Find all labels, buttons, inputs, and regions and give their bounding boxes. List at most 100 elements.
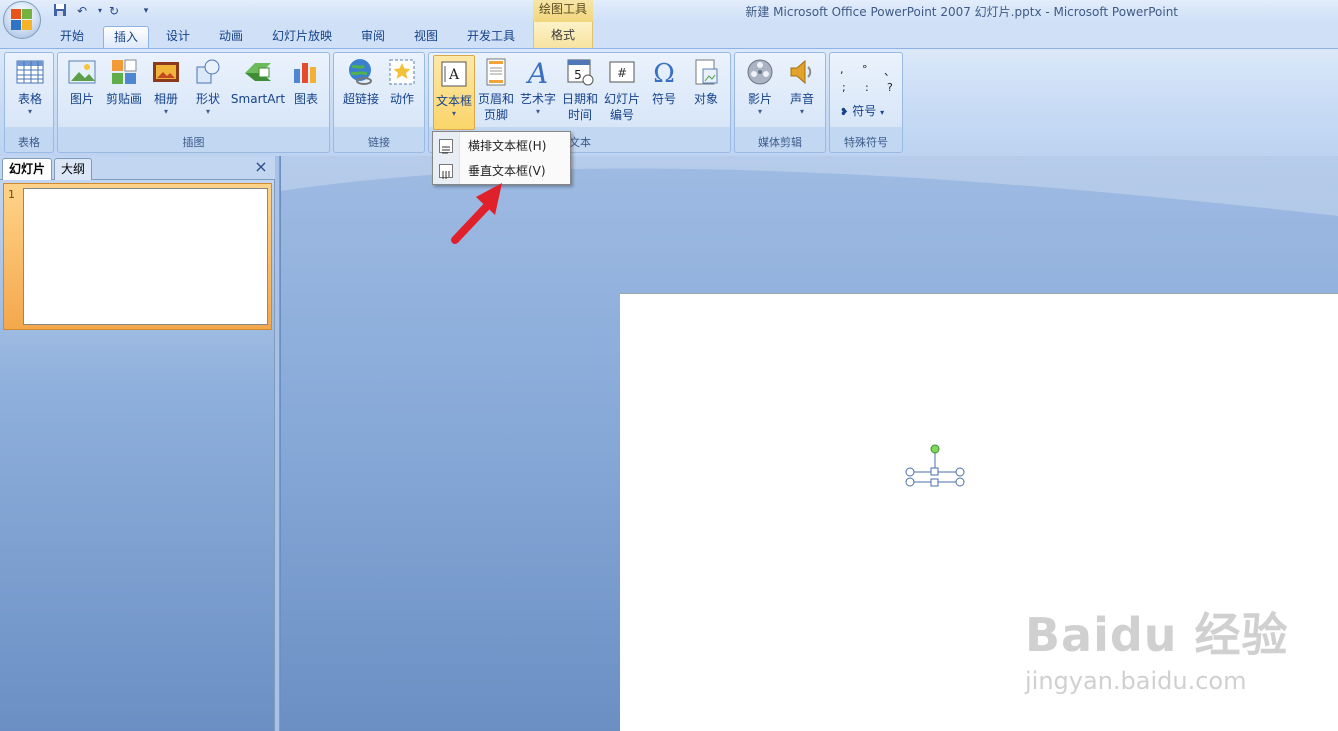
tab-design[interactable]: 设计 <box>155 26 201 48</box>
table-label: 表格 <box>17 92 42 106</box>
symbol-item[interactable]: 、 <box>884 63 895 79</box>
title-bar: ↶ ▾ ↻ ▾ 绘图工具 新建 Microsoft Office PowerPo… <box>0 0 1338 22</box>
tab-home[interactable]: 开始 <box>48 26 96 48</box>
symbol-item[interactable]: ° <box>862 63 868 76</box>
chevron-down-icon: ▾ <box>535 107 540 116</box>
group-label-illustrations: 插图 <box>182 136 205 149</box>
svg-text:5: 5 <box>574 68 582 82</box>
slides-pane: 幻灯片 大纲 × 1 <box>0 156 275 731</box>
symbol-item[interactable]: ; <box>842 81 846 94</box>
svg-text:A: A <box>525 57 548 87</box>
wordart-label: 艺术字 <box>519 92 556 106</box>
symbol-button[interactable]: Ω 符号 <box>643 57 685 107</box>
tab-outline[interactable]: 大纲 <box>54 158 93 180</box>
ribbon-tab-bar: 开始 插入 设计 动画 幻灯片放映 审阅 视图 开发工具 格式 <box>0 22 1338 48</box>
movie-label: 影片 <box>747 92 772 106</box>
tab-review[interactable]: 审阅 <box>350 26 396 48</box>
calendar-icon: 5 <box>567 59 594 86</box>
smartart-label: SmartArt <box>230 92 286 106</box>
office-logo-icon <box>11 9 33 31</box>
group-special-symbols: , ° 、 ; : ? ❥ 符号 ▾ 特殊符号 <box>829 52 903 153</box>
sound-button[interactable]: 声音 ▾ <box>781 57 823 117</box>
photo-album-icon <box>153 62 179 82</box>
symbol-gallery[interactable]: , ° 、 ; : ? <box>838 63 896 99</box>
textbox-button[interactable]: A 文本框 ▾ <box>433 55 475 130</box>
wordart-button[interactable]: A 艺术字 ▾ <box>517 57 559 117</box>
smartart-icon <box>245 63 271 81</box>
group-label-text: 文本 <box>569 136 591 149</box>
tab-slides[interactable]: 幻灯片 <box>2 158 53 180</box>
slide-number: 1 <box>8 188 15 201</box>
ribbon: 表格 ▾ 表格 图片 剪贴画 相册 ▾ 形状 ▾ SmartArt 图表 插图 … <box>0 48 1338 156</box>
date-time-label-2: 时间 <box>567 108 592 122</box>
symbol-item[interactable]: : <box>865 81 869 94</box>
svg-text:#: # <box>617 66 627 80</box>
object-icon <box>695 59 718 85</box>
slide-thumbnail-selected[interactable]: 1 <box>3 183 272 330</box>
tab-format[interactable]: 格式 <box>533 22 593 48</box>
table-button[interactable]: 表格 ▾ <box>10 57 50 117</box>
photo-album-button[interactable]: 相册 ▾ <box>146 57 186 117</box>
tab-insert[interactable]: 插入 <box>103 26 149 48</box>
symbol-item[interactable]: , <box>840 63 844 76</box>
smartart-button[interactable]: SmartArt <box>230 57 286 107</box>
date-time-button[interactable]: 5 日期和 时间 <box>559 57 601 123</box>
wordart-icon: A <box>525 57 548 87</box>
selection-handles <box>905 444 965 487</box>
tab-slideshow[interactable]: 幻灯片放映 <box>262 26 342 48</box>
tab-developer[interactable]: 开发工具 <box>457 26 525 48</box>
slide-thumbnail[interactable] <box>23 188 268 325</box>
pane-splitter[interactable] <box>275 156 280 731</box>
close-icon[interactable]: × <box>253 158 269 176</box>
chart-icon <box>294 63 316 83</box>
textbox-selection[interactable] <box>905 444 965 489</box>
textbox-icon: A <box>441 61 467 87</box>
header-footer-button[interactable]: 页眉和 页脚 <box>475 57 517 123</box>
hyperlink-button[interactable]: 超链接 <box>338 57 384 107</box>
object-button[interactable]: 对象 <box>685 57 727 107</box>
picture-icon <box>68 60 96 84</box>
group-label-media: 媒体剪辑 <box>758 136 802 149</box>
shapes-button[interactable]: 形状 ▾ <box>188 57 228 117</box>
shapes-icon <box>196 59 220 84</box>
baidu-watermark: Baidu 经验 jingyan.baidu.com <box>1025 599 1289 695</box>
chevron-down-icon: ▾ <box>27 107 32 116</box>
tab-animation[interactable]: 动画 <box>208 26 254 48</box>
chart-button[interactable]: 图表 <box>286 57 326 107</box>
clipart-button[interactable]: 剪贴画 <box>104 57 144 107</box>
group-label-links: 链接 <box>368 136 390 149</box>
group-links: 超链接 动作 链接 <box>333 52 425 153</box>
group-tables: 表格 ▾ 表格 <box>4 52 54 153</box>
window-title: 新建 Microsoft Office PowerPoint 2007 幻灯片.… <box>745 5 1178 19</box>
speaker-icon <box>790 59 812 85</box>
action-label: 动作 <box>389 92 414 106</box>
clipart-icon <box>112 59 137 84</box>
tab-view[interactable]: 视图 <box>403 26 449 48</box>
movie-button[interactable]: 影片 ▾ <box>739 57 781 117</box>
chevron-down-icon: ▾ <box>757 107 762 116</box>
picture-button[interactable]: 图片 <box>62 57 102 107</box>
horizontal-textbox-icon <box>439 139 453 154</box>
svg-text:Ω: Ω <box>653 59 675 87</box>
chevron-down-icon: ▾ <box>451 109 456 118</box>
symbol-item[interactable]: ? <box>887 81 893 94</box>
omega-icon: Ω <box>653 59 675 87</box>
header-footer-label-2: 页脚 <box>483 108 508 122</box>
photo-album-label: 相册 <box>153 92 178 106</box>
special-symbol-button[interactable]: ❥ 符号 ▾ <box>840 102 884 119</box>
group-label-special-symbols: 特殊符号 <box>844 136 888 149</box>
svg-text:A: A <box>448 67 460 83</box>
group-illustrations: 图片 剪贴画 相册 ▾ 形状 ▾ SmartArt 图表 插图 <box>57 52 330 153</box>
symbol-label: 符号 <box>651 92 676 106</box>
action-button[interactable]: 动作 <box>384 57 420 107</box>
menu-item-horizontal-textbox[interactable]: 横排文本框(H) <box>433 134 570 158</box>
slide-number-label: 幻灯片 <box>603 92 640 106</box>
film-reel-icon <box>747 59 773 85</box>
office-button[interactable] <box>3 1 41 39</box>
hyperlink-icon <box>349 59 372 85</box>
slide-canvas[interactable]: Baidu 经验 jingyan.baidu.com <box>620 293 1338 731</box>
header-footer-label: 页眉和 <box>477 92 514 106</box>
bullet-icon: ❥ <box>840 107 849 118</box>
sound-label: 声音 <box>789 92 814 106</box>
slide-number-button[interactable]: # 幻灯片 编号 <box>601 57 643 123</box>
